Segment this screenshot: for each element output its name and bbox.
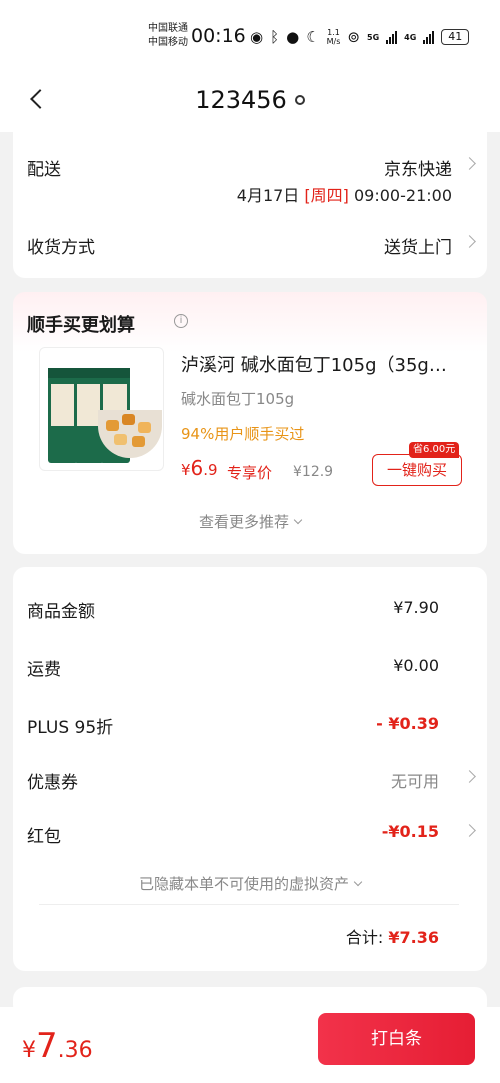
nav-bar: 123456 <box>0 70 500 132</box>
network-5g-label: 5G <box>367 32 380 42</box>
chevron-down-icon <box>353 877 363 887</box>
delivery-hours: 09:00-21:00 <box>354 186 452 205</box>
pay-total: ¥7.36 <box>22 1026 93 1066</box>
battery-icon: 41 <box>441 29 470 45</box>
delivery-carrier: 京东快递 <box>384 160 452 180</box>
product-name[interactable]: 泸溪河 碱水面包丁105g（35g… <box>181 351 463 377</box>
delivery-label: 配送 <box>27 160 61 180</box>
shipping-amount: ¥0.00 <box>393 656 439 675</box>
delivery-weekday: [周四] <box>304 186 349 205</box>
recommend-title: 顺手买更划算 <box>27 315 135 336</box>
carrier-2: 中国移动 <box>148 37 188 48</box>
checkout-bar: ¥7.36 打白条 <box>0 1007 500 1083</box>
page-title: 123456 <box>0 86 500 114</box>
plus-discount-amount: - ¥0.39 <box>376 714 439 733</box>
receive-method-label: 收货方式 <box>27 238 95 258</box>
info-icon[interactable]: i <box>174 314 188 328</box>
pay-button[interactable]: 打白条 <box>318 1013 475 1065</box>
status-bar: 中国联通 中国移动 00:16 ◉ ᛒ ● ☾ 1.1 M/s ⊚ 5G 4G … <box>0 0 500 70</box>
coupon-value: 无可用 <box>390 772 439 791</box>
status-icons: ◉ ᛒ ● ☾ 1.1 M/s ⊚ 5G 4G 41 <box>250 26 470 48</box>
signal-icon <box>386 30 398 44</box>
carrier-info: 中国联通 中国移动 <box>148 22 188 50</box>
divider <box>39 904 459 905</box>
signal-icon-2 <box>423 30 435 44</box>
product-spec: 碱水面包丁105g <box>181 390 295 408</box>
product-image[interactable] <box>39 347 164 471</box>
network-speed: 1.1 M/s <box>326 28 341 46</box>
hidden-assets-toggle[interactable]: 已隐藏本单不可使用的虚拟资产 <box>0 873 500 894</box>
hotspot-icon: ⊚ <box>347 28 360 46</box>
goods-amount: ¥7.90 <box>393 598 439 617</box>
exclusive-price-label: 专享价 <box>227 464 273 482</box>
carrier-1: 中国联通 <box>148 23 188 34</box>
receive-method-value: 送货上门 <box>384 238 452 258</box>
redpacket-amount: -¥0.15 <box>381 822 439 841</box>
product-stat: 94%用户顺手买过 <box>181 425 305 443</box>
eye-icon: ◉ <box>250 28 264 46</box>
more-recommend-link[interactable]: 查看更多推荐 <box>0 511 500 532</box>
delivery-date: 4月17日 <box>236 186 300 205</box>
save-badge: 省6.00元 <box>409 442 460 458</box>
location-icon: ● <box>286 28 300 46</box>
location-pin-icon <box>294 95 305 105</box>
order-total: 合计: ¥7.36 <box>345 928 439 947</box>
moon-icon: ☾ <box>306 28 320 46</box>
one-click-buy-button[interactable]: 一键购买 <box>372 454 462 486</box>
product-price: ¥6.9 <box>181 456 218 480</box>
delivery-time: 4月17日 [周四] 09:00-21:00 <box>237 182 452 206</box>
status-time: 00:16 <box>191 25 246 47</box>
network-4g-label: 4G <box>404 32 417 42</box>
chevron-down-icon <box>293 515 303 525</box>
bluetooth-icon: ᛒ <box>270 28 280 46</box>
original-price: ¥12.9 <box>293 464 334 480</box>
